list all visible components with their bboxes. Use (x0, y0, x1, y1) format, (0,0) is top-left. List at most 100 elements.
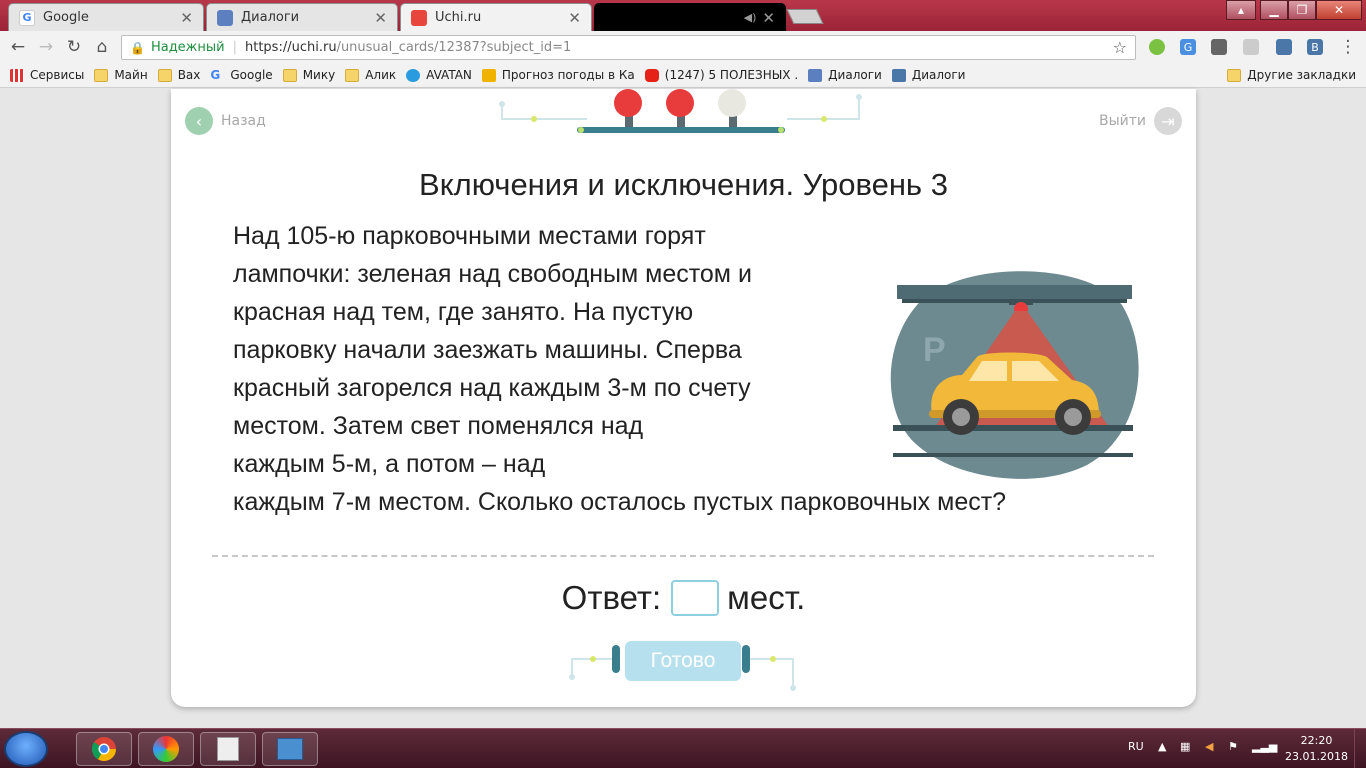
tab-uchi[interactable]: Uchi.ru ✕ (400, 3, 592, 31)
dashed-divider (212, 555, 1154, 557)
reload-icon[interactable]: ↻ (60, 37, 88, 57)
extension-icon[interactable] (1276, 39, 1292, 55)
bookmark-other[interactable]: Другие закладки (1227, 68, 1356, 82)
google-icon: G (210, 67, 221, 82)
bookmark-label: (1247) 5 ПОЛЕЗНЫХ . (664, 68, 799, 82)
back-label: Назад (221, 113, 266, 129)
volume-icon[interactable]: ◀ (1205, 740, 1213, 753)
bookmark-folder[interactable]: Алик (345, 68, 396, 82)
taskbar-chrome[interactable] (76, 732, 132, 766)
bookmark-folder[interactable]: Майн (94, 68, 148, 82)
close-tab-icon[interactable]: ✕ (180, 9, 193, 27)
bookmark-label: Google (230, 68, 273, 82)
weather-icon (481, 68, 496, 82)
apps-grid-icon (10, 68, 24, 82)
bookmark-folder[interactable]: Мику (282, 68, 336, 82)
start-button[interactable] (4, 731, 48, 767)
chat-icon (217, 9, 233, 26)
bookmark-folder[interactable]: Вах (157, 68, 201, 82)
url-path: /unusual_cards/12387?subject_id=1 (336, 40, 572, 55)
back-button[interactable]: ‹ Назад (185, 107, 266, 135)
bookmark-label: Прогноз погоды в Ка (501, 68, 635, 82)
bookmark-apps[interactable]: Сервисы (10, 68, 84, 82)
extension-icon[interactable] (1149, 39, 1165, 55)
bookmark-youtube[interactable]: (1247) 5 ПОЛЕЗНЫХ . (644, 68, 799, 82)
answer-input[interactable] (671, 580, 720, 616)
tab-redacted[interactable]: ◀) ✕ (594, 3, 786, 31)
bookmark-label: Вах (177, 68, 201, 82)
bookmark-avatan[interactable]: AVATAN (406, 68, 472, 82)
bookmark-weather[interactable]: Прогноз погоды в Ка (481, 68, 635, 82)
new-tab-button[interactable] (786, 9, 824, 24)
lock-icon: 🔒 (130, 40, 145, 55)
folder-icon (1227, 68, 1242, 82)
bulbs-circuit-decoration (499, 89, 862, 133)
parking-sign-text: P (923, 331, 946, 369)
document-icon (217, 737, 239, 761)
folder-icon (94, 68, 109, 82)
bookmark-google[interactable]: G Google (210, 68, 272, 82)
separator: | (232, 40, 237, 55)
minimize-button[interactable]: ▁ (1260, 0, 1288, 20)
chrome-icon (91, 737, 116, 762)
taskbar-app[interactable] (138, 732, 194, 766)
tab-google[interactable]: G Google ✕ (8, 3, 204, 31)
extension-icon[interactable] (1243, 39, 1259, 55)
exit-button[interactable]: Выйти ⇥ (1099, 107, 1182, 135)
parking-car-illustration: P (890, 271, 1139, 479)
taskbar-app[interactable] (262, 732, 318, 766)
close-window-button[interactable]: ✕ (1316, 0, 1362, 20)
answer-unit: мест. (727, 579, 806, 616)
vk-icon[interactable]: B (1307, 39, 1323, 55)
speaker-icon: ◀) (743, 11, 757, 24)
page-title: Включения и исключения. Уровень 3 (419, 167, 948, 202)
user-button[interactable]: ▴ (1226, 0, 1256, 20)
control-panel-icon (277, 738, 303, 760)
folder-icon (345, 68, 360, 82)
tab-dialogs[interactable]: Диалоги ✕ (206, 3, 398, 31)
translate-icon[interactable]: G (1180, 39, 1196, 55)
bookmark-label: Диалоги (828, 68, 882, 82)
url-input[interactable]: 🔒 Надежный | https://uchi.ru /unusual_ca… (121, 35, 1136, 60)
bookmark-label: Диалоги (911, 68, 966, 82)
extension-icon[interactable] (1211, 39, 1227, 55)
bookmark-label: AVATAN (426, 68, 472, 82)
bookmark-label: Мику (302, 68, 336, 82)
clock-time: 22:20 (1300, 734, 1333, 747)
clock-date: 23.01.2018 (1285, 750, 1348, 763)
close-tab-icon[interactable]: ✕ (374, 9, 387, 27)
network-icon[interactable]: ▦ (1180, 740, 1190, 753)
menu-icon[interactable]: ⋮ (1334, 37, 1362, 57)
done-button[interactable]: Готово (625, 641, 741, 681)
bookmark-label: Майн (114, 68, 148, 82)
url-host: https://uchi.ru (245, 40, 337, 55)
bookmark-vk[interactable]: Диалоги (891, 68, 966, 82)
exit-icon: ⇥ (1154, 107, 1182, 135)
close-tab-icon[interactable]: ✕ (568, 9, 581, 27)
folder-icon (282, 68, 297, 82)
home-icon[interactable]: ⌂ (88, 37, 116, 57)
tray-arrow-icon[interactable]: ▲ (1158, 740, 1166, 753)
forward-arrow-icon[interactable]: → (32, 37, 60, 57)
maximize-button[interactable]: ❐ (1288, 0, 1316, 20)
language-indicator[interactable]: RU (1128, 740, 1144, 753)
show-desktop-button[interactable] (1354, 729, 1366, 768)
answer-row: Ответ: мест. (171, 579, 1196, 617)
exit-label: Выйти (1098, 113, 1146, 129)
flag-icon[interactable]: ⚑ (1228, 740, 1238, 753)
bookmark-star-icon[interactable]: ☆ (1113, 38, 1127, 57)
back-arrow-icon[interactable]: ← (4, 37, 32, 57)
vk-icon (891, 68, 906, 82)
youtube-icon (644, 68, 659, 82)
taskbar-app[interactable] (200, 732, 256, 766)
windows-taskbar: RU ▲ ▦ ◀ ⚑ ▂▃▅ 22:20 23.01.2018 (0, 728, 1366, 768)
task-card: ‹ Назад Выйти ⇥ Включения и исключения. … (171, 89, 1196, 707)
signal-icon[interactable]: ▂▃▅ (1252, 740, 1277, 753)
close-tab-icon[interactable]: ✕ (762, 9, 775, 27)
clock[interactable]: 22:20 23.01.2018 (1285, 733, 1348, 765)
problem-line: каждым 7-м местом. Сколько осталось пуст… (233, 488, 1007, 516)
bookmark-dialogs[interactable]: Диалоги (808, 68, 882, 82)
chat-icon (808, 68, 823, 82)
page-background: ‹ Назад Выйти ⇥ Включения и исключения. … (0, 89, 1366, 727)
app-icon (153, 736, 179, 762)
